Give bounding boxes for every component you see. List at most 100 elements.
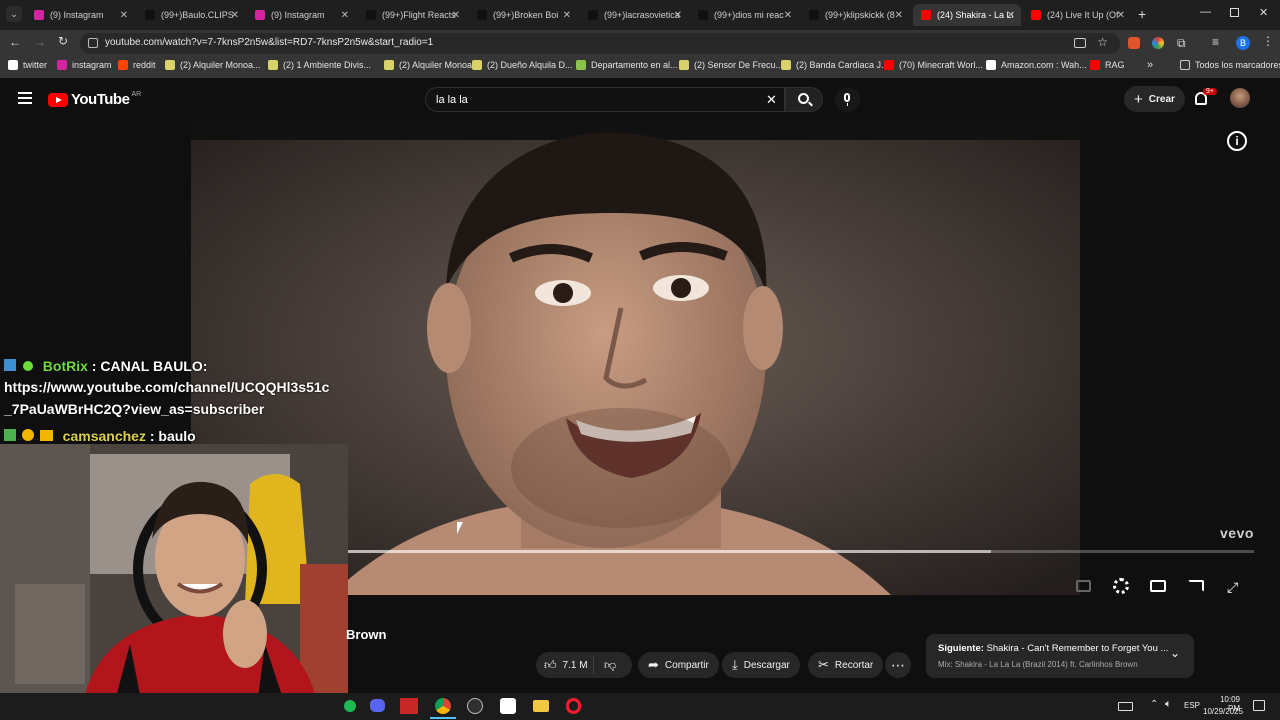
- tab-close-icon[interactable]: ✕: [231, 10, 239, 21]
- browser-toolbar: ← → ↻ youtube.com/watch?v=7-7knsP2n5w&li…: [0, 30, 1280, 56]
- dislike-button[interactable]: 👎︎: [594, 658, 616, 673]
- reload-icon[interactable]: ↻: [58, 34, 68, 48]
- tab-close-icon[interactable]: ✕: [563, 10, 571, 21]
- cast-icon[interactable]: [1188, 580, 1204, 592]
- tab-close-icon[interactable]: ✕: [784, 10, 792, 21]
- bookmark-item[interactable]: (2) Banda Cardiaca J...: [781, 60, 889, 70]
- browser-tab[interactable]: (99+)Flight Reacts ✕: [358, 4, 466, 26]
- download-button[interactable]: ⤓ Descargar: [722, 652, 800, 678]
- chat-link-line: https://www.youtube.com/channel/UCQQHl3s…: [4, 379, 330, 395]
- browser-tab[interactable]: (99+)lacrasovietica ✕: [580, 4, 688, 26]
- tab-close-icon[interactable]: ✕: [120, 10, 128, 21]
- site-info-icon[interactable]: [88, 38, 98, 48]
- discord-icon[interactable]: [370, 699, 385, 712]
- search-input[interactable]: la la la ✕: [425, 87, 785, 112]
- address-bar[interactable]: youtube.com/watch?v=7-7knsP2n5w&list=RD7…: [80, 33, 1120, 54]
- bookmark-item[interactable]: reddit: [118, 60, 156, 70]
- extension-icon[interactable]: [1152, 37, 1164, 49]
- chevron-up-icon[interactable]: ⌃: [1150, 699, 1158, 710]
- bookmark-item[interactable]: twitter: [8, 60, 47, 70]
- miniplayer-icon[interactable]: [1150, 580, 1166, 592]
- clear-search-icon[interactable]: ✕: [766, 92, 777, 108]
- chat-message: camsanchez : baulo: [4, 428, 196, 444]
- language-indicator[interactable]: ESP: [1184, 701, 1200, 710]
- back-icon[interactable]: ←: [9, 35, 21, 49]
- hamburger-menu-icon[interactable]: [18, 92, 32, 104]
- bookmark-item[interactable]: (2) Alquiler Monoa...: [384, 60, 480, 70]
- chevron-down-icon[interactable]: ⌄: [1170, 646, 1180, 660]
- browser-tab[interactable]: (9) Instagram ✕: [247, 4, 355, 26]
- bookmark-item[interactable]: (2) Sensor De Frecu...: [679, 60, 783, 70]
- tab-close-icon[interactable]: ✕: [341, 10, 349, 21]
- progress-bar[interactable]: [348, 550, 1254, 553]
- reading-list-icon[interactable]: ≡: [1212, 35, 1219, 49]
- browser-tab[interactable]: (24) Shakira - La La ✕: [913, 4, 1021, 26]
- volume-icon[interactable]: 🔈︎: [1165, 698, 1172, 711]
- youtube-logo[interactable]: YouTube AR: [48, 91, 141, 108]
- spotify-icon[interactable]: [344, 700, 356, 712]
- browser-tab[interactable]: (99+)klipskickk (8 ✕: [801, 4, 909, 26]
- bookmark-item[interactable]: (70) Minecraft Worl...: [884, 60, 983, 70]
- browser-tab[interactable]: (99+)dios mi reac ✕: [690, 4, 798, 26]
- download-icon: ⤓: [732, 657, 738, 672]
- new-tab-button[interactable]: +: [1138, 6, 1146, 22]
- chrome-icon[interactable]: [435, 698, 451, 714]
- browser-tab[interactable]: (99+)Broken Boi ✕: [469, 4, 577, 26]
- capcut-icon[interactable]: [500, 698, 516, 714]
- chat-link-line: _7PaUaWBrHC2Q?view_as=subscriber: [4, 401, 265, 417]
- more-actions-button[interactable]: ⋯: [885, 652, 911, 678]
- bookmarks-more-button[interactable]: »: [1147, 59, 1153, 71]
- clip-button[interactable]: ✂ Recortar: [808, 652, 884, 678]
- minimize-button[interactable]: —: [1200, 6, 1211, 18]
- obs-icon[interactable]: [467, 698, 483, 714]
- subtitles-icon[interactable]: [1076, 580, 1091, 592]
- bookmark-item[interactable]: (2) Alquiler Monoa...: [165, 60, 261, 70]
- like-button[interactable]: 👍︎ 7.1 M: [536, 656, 594, 674]
- browser-menu-icon[interactable]: ⋮: [1262, 34, 1274, 48]
- opera-icon[interactable]: [566, 698, 581, 714]
- bookmark-favicon-icon: [884, 60, 894, 70]
- tab-favicon-icon: [366, 10, 376, 20]
- settings-gear-icon[interactable]: [1113, 578, 1129, 594]
- info-icon[interactable]: i: [1227, 131, 1247, 151]
- browser-tab[interactable]: (9) Instagram ✕: [26, 4, 134, 26]
- fullscreen-icon[interactable]: ⤢: [1227, 579, 1238, 596]
- share-button[interactable]: ➦ Compartir: [638, 652, 719, 678]
- forward-icon[interactable]: →: [34, 35, 46, 49]
- bookmark-item[interactable]: instagram: [57, 60, 112, 70]
- bookmark-item[interactable]: (2) Dueño Alquila D...: [472, 60, 573, 70]
- puzzle-icon[interactable]: ⧉: [1177, 36, 1186, 51]
- restore-button[interactable]: [1230, 8, 1239, 17]
- tab-favicon-icon: [809, 10, 819, 20]
- tab-close-icon[interactable]: ✕: [1117, 10, 1125, 21]
- tab-close-icon[interactable]: ✕: [674, 10, 682, 21]
- tab-search-button[interactable]: ⌄: [6, 6, 22, 22]
- extension-icon[interactable]: [1128, 37, 1140, 49]
- bookmark-item[interactable]: (2) 1 Ambiente Divis...: [268, 60, 371, 70]
- bookmark-star-icon[interactable]: ☆: [1097, 35, 1108, 49]
- voice-search-button[interactable]: [835, 87, 860, 112]
- folder-icon[interactable]: [533, 700, 549, 712]
- browser-tab[interactable]: (99+)Baulo.CLIPS ✕: [137, 4, 245, 26]
- tab-close-icon[interactable]: ✕: [452, 10, 460, 21]
- tab-close-icon[interactable]: ✕: [1007, 10, 1015, 21]
- create-button[interactable]: + Crear: [1124, 86, 1185, 112]
- notifications-button[interactable]: 9+: [1195, 88, 1217, 105]
- browser-tab[interactable]: (24) Live It Up (Of ✕: [1023, 4, 1131, 26]
- profile-avatar[interactable]: B: [1236, 36, 1250, 50]
- account-avatar[interactable]: [1230, 88, 1250, 108]
- crown-icon: [39, 430, 53, 441]
- keyboard-icon[interactable]: [1118, 702, 1133, 711]
- close-window-button[interactable]: ✕: [1259, 6, 1268, 19]
- up-next-panel[interactable]: Siguiente: Shakira - Can't Remember to F…: [926, 634, 1194, 678]
- search-button[interactable]: [785, 87, 823, 112]
- install-app-icon[interactable]: [1074, 38, 1086, 48]
- bookmark-item[interactable]: RAG: [1090, 60, 1125, 70]
- notification-center-icon[interactable]: [1253, 700, 1265, 711]
- tab-close-icon[interactable]: ✕: [895, 10, 903, 21]
- all-bookmarks-button[interactable]: Todos los marcadores: [1180, 60, 1280, 70]
- clock-date[interactable]: 10/29/2025: [1203, 707, 1243, 716]
- app-icon[interactable]: [400, 698, 418, 714]
- bookmark-item[interactable]: Departamento en al...: [576, 60, 678, 70]
- bookmark-item[interactable]: Amazon.com : Wah...: [986, 60, 1087, 70]
